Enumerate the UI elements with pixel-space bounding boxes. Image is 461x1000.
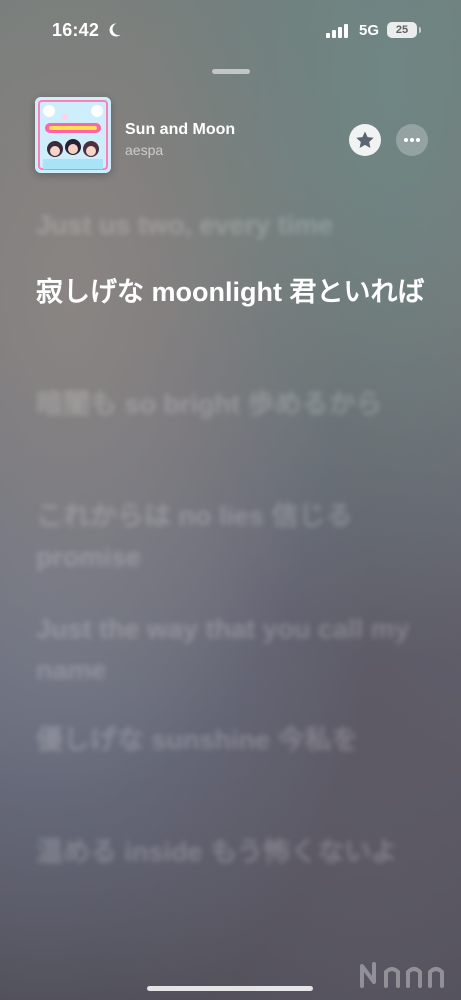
status-time: 16:42 — [52, 20, 100, 40]
more-icon — [404, 138, 420, 142]
home-indicator[interactable] — [147, 986, 313, 991]
battery-icon: 25 — [387, 22, 417, 38]
more-button[interactable] — [396, 124, 428, 156]
battery-level: 25 — [395, 24, 409, 36]
lyric-line-current[interactable]: 寂しげな moonlight 君といれば — [36, 272, 426, 313]
album-art[interactable] — [35, 97, 111, 173]
status-bar: 16:42 5G 25 — [0, 0, 461, 60]
network-type: 5G — [359, 22, 380, 39]
lyric-line[interactable]: 温める inside もう怖くないよ — [36, 832, 426, 873]
album-artwork-image — [35, 97, 111, 173]
favorite-button[interactable] — [349, 124, 381, 156]
cellular-signal-icon — [326, 24, 348, 38]
lyric-line[interactable]: 暗闇も so bright 歩めるから — [36, 384, 426, 425]
lyric-line[interactable]: Just the way that you call my name — [36, 609, 426, 691]
song-title[interactable]: Sun and Moon — [125, 121, 235, 139]
star-icon — [356, 131, 374, 148]
sheet-grabber[interactable] — [212, 69, 250, 74]
lyric-line[interactable]: 優しげな sunshine 今私を — [36, 720, 426, 761]
lyric-line-previous[interactable]: Just us two, every time — [36, 205, 426, 246]
watermark-logo — [360, 962, 444, 988]
battery-tip — [419, 27, 421, 33]
artist-name[interactable]: aespa — [125, 142, 163, 158]
lyric-line[interactable]: これからは no lies 信じる promise — [36, 496, 426, 578]
moon-icon — [109, 23, 121, 37]
